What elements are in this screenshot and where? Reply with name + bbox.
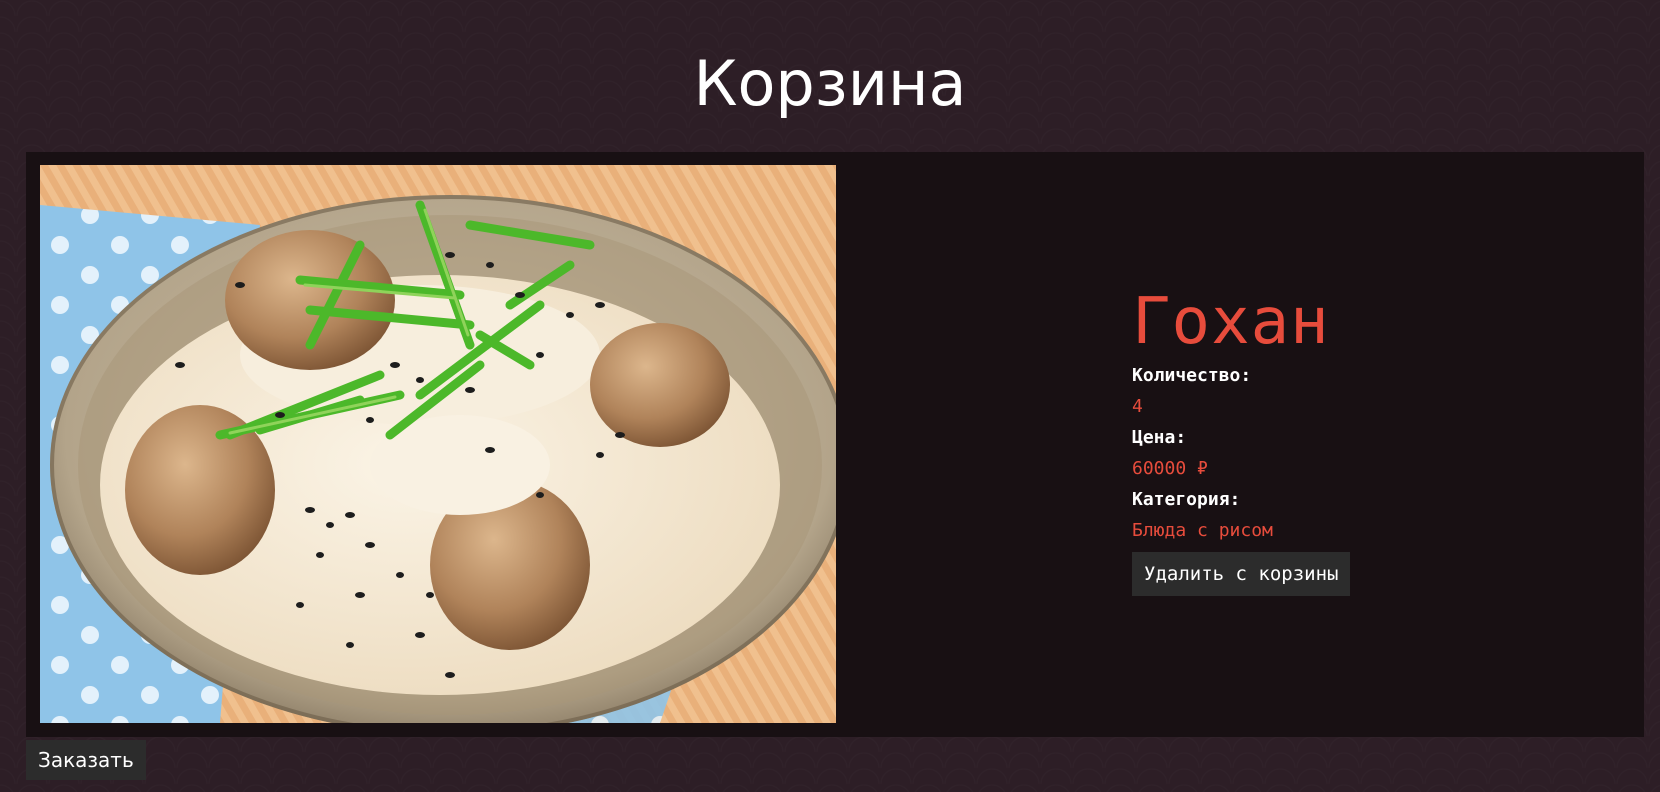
price-value: 60000 ₽ [1132, 458, 1208, 479]
quantity-value: 4 [1132, 396, 1143, 417]
product-name: Гохан [1132, 285, 1330, 359]
page-title: Корзина [693, 47, 967, 120]
category-value: Блюда с рисом [1132, 520, 1273, 541]
category-label: Категория: [1132, 489, 1241, 510]
price-label: Цена: [1132, 427, 1187, 448]
order-button[interactable]: Заказать [26, 740, 146, 780]
product-image [40, 165, 836, 723]
cart-item: Гохан Количество: 4 Цена: 60000 ₽ Катего… [26, 152, 1644, 737]
remove-from-cart-button[interactable]: Удалить с корзины [1132, 552, 1351, 596]
product-info: Гохан Количество: 4 Цена: 60000 ₽ Катего… [1132, 286, 1612, 596]
quantity-label: Количество: [1132, 365, 1252, 386]
